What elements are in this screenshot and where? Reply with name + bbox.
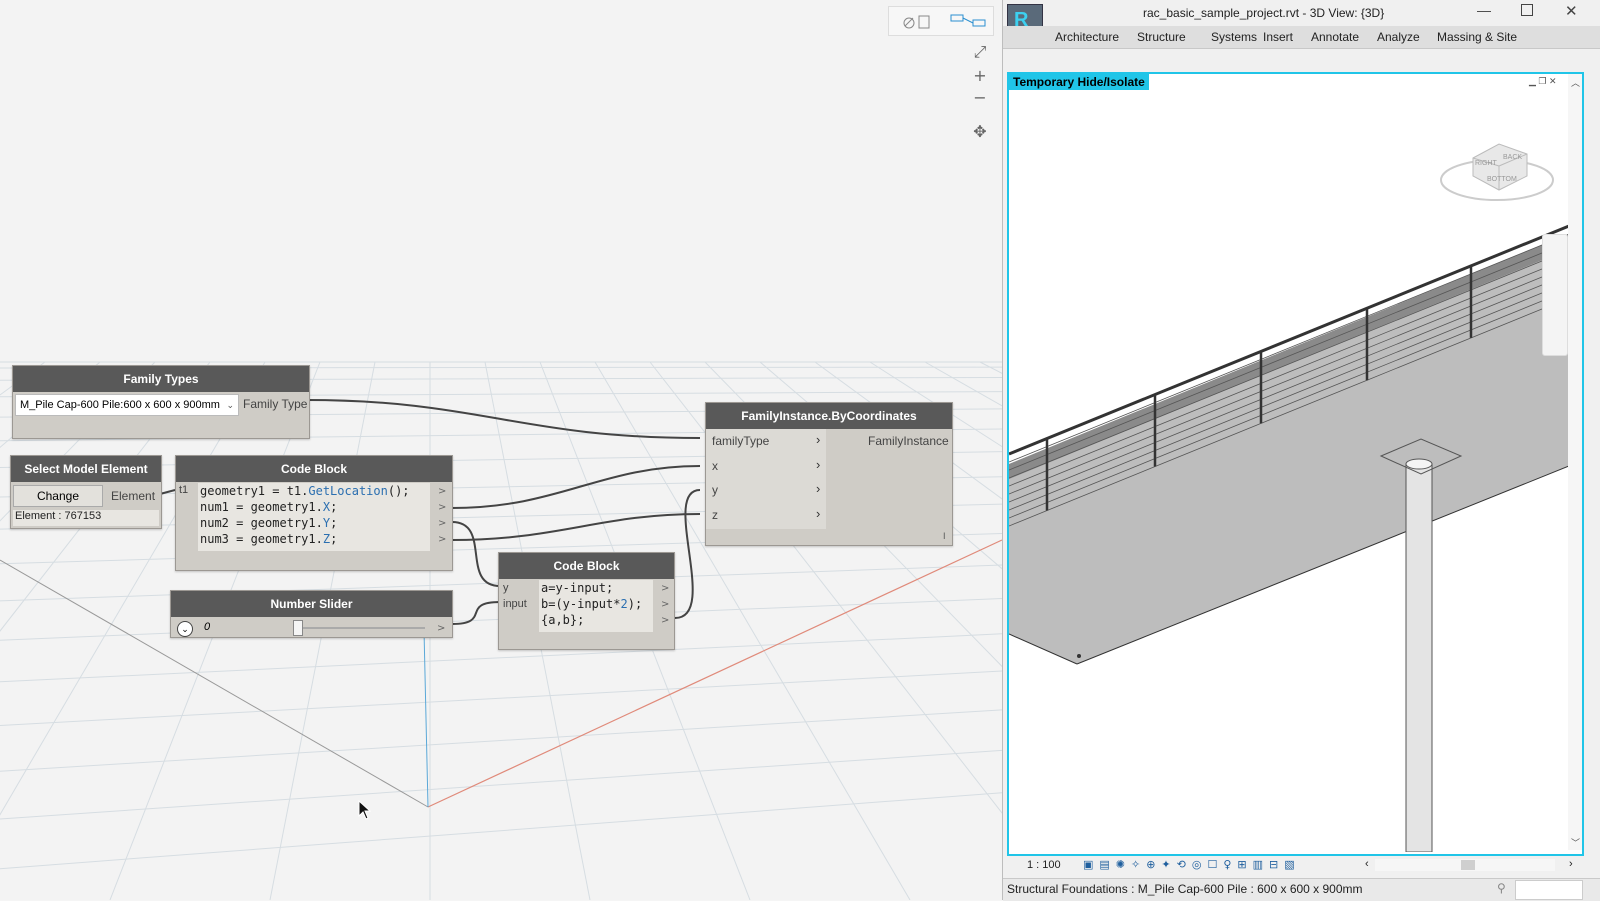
family-type-dropdown[interactable]: M_Pile Cap-600 Pile:600 x 600 x 900mm ⌄	[15, 394, 239, 416]
code-line: num1 = geometry1.X;	[200, 500, 338, 514]
close-icon[interactable]: ✕	[1565, 2, 1578, 20]
scroll-up-icon[interactable]: ︿	[1571, 76, 1580, 89]
input-port-z[interactable]: z	[712, 508, 718, 522]
chevron-right-icon: ›	[816, 457, 821, 472]
maximize-icon[interactable]	[1521, 4, 1533, 16]
chevron-right-icon: ›	[816, 506, 821, 521]
zoom-controls: ⤢ + − ✥	[968, 40, 994, 152]
status-bar: Structural Foundations : M_Pile Cap-600 …	[1003, 878, 1600, 901]
horizontal-scroll-right-icon[interactable]: ›	[1569, 858, 1573, 870]
status-dropdown[interactable]	[1515, 880, 1583, 900]
horizontal-scroll-left-icon[interactable]: ‹	[1365, 858, 1369, 870]
chevron-right-icon: ›	[816, 432, 821, 447]
family-instance-by-coordinates-node[interactable]: FamilyInstance.ByCoordinates familyType …	[705, 402, 953, 546]
filter-icon[interactable]: ⚲	[1497, 881, 1506, 895]
zoom-out-icon[interactable]: −	[968, 88, 992, 108]
node-title: Family Types	[13, 366, 309, 392]
dropdown-value: M_Pile Cap-600 Pile:600 x 600 x 900mm	[20, 399, 220, 411]
title-bar: R rac_basic_sample_project.rvt - 3D View…	[1003, 0, 1600, 44]
code-editor[interactable]: a=y-input; b=(y-input*2); {a,b};	[539, 580, 653, 632]
view-control-bar: 1 : 100 ▣▤✺✧⊕✦⟲◎☐♀⊞▥⊟▧ ‹ ›	[1003, 856, 1600, 876]
window-title: rac_basic_sample_project.rvt - 3D View: …	[1143, 6, 1385, 20]
minimize-icon[interactable]: —	[1477, 2, 1491, 18]
element-info: Element : 767153	[13, 510, 159, 526]
ribbon-panel	[1003, 49, 1600, 71]
output-arrow-1[interactable]: >	[661, 583, 669, 594]
code-line: {a,b};	[541, 613, 585, 627]
node-title: Number Slider	[171, 591, 452, 617]
output-arrow-2[interactable]: >	[438, 502, 446, 513]
input-port-y[interactable]: y	[712, 483, 718, 497]
tab-structure[interactable]: Structure	[1137, 30, 1186, 44]
mouse-cursor-icon	[358, 799, 372, 825]
chevron-right-icon: ›	[816, 481, 821, 496]
status-text: Structural Foundations : M_Pile Cap-600 …	[1007, 882, 1363, 896]
lacing-indicator[interactable]: I	[943, 531, 946, 541]
node-title: Select Model Element	[11, 456, 161, 482]
tab-insert[interactable]: Insert	[1263, 30, 1293, 44]
vertical-scrollbar[interactable]: ︿ ﹀	[1568, 74, 1582, 850]
node-title: Code Block	[499, 553, 674, 579]
graph-view-icon[interactable]	[949, 12, 989, 30]
select-model-element-node[interactable]: Select Model Element Change Element Elem…	[10, 455, 162, 529]
node-title: Code Block	[176, 456, 452, 482]
pan-icon[interactable]: ✥	[968, 122, 992, 142]
code-line: geometry1 = t1.GetLocation();	[200, 484, 410, 498]
ribbon-tabs: Architecture Structure Systems Insert Annota…	[1003, 26, 1600, 49]
zoom-in-icon[interactable]: +	[968, 66, 992, 86]
input-port-input[interactable]: input	[503, 598, 527, 610]
expand-slider-icon[interactable]: ⌄	[177, 621, 193, 637]
code-line: num2 = geometry1.Y;	[200, 516, 338, 530]
code-editor[interactable]: geometry1 = t1.GetLocation(); num1 = geom…	[198, 483, 430, 551]
change-button[interactable]: Change	[13, 485, 103, 507]
tab-systems[interactable]: Systems	[1211, 30, 1257, 44]
code-block-node-1[interactable]: Code Block t1 geometry1 = t1.GetLocation…	[175, 455, 453, 571]
revit-window: R rac_basic_sample_project.rvt - 3D View…	[1002, 0, 1600, 901]
dynamo-canvas[interactable]: ⤢ + − ✥ Family Types M_Pile Cap-600 Pile…	[0, 0, 1002, 900]
viewcube[interactable]: RIGHT BACK BOTTOM	[1439, 134, 1555, 206]
scroll-down-icon[interactable]: ﹀	[1571, 836, 1580, 849]
view-scale[interactable]: 1 : 100	[1027, 859, 1061, 871]
chevron-down-icon: ⌄	[226, 400, 234, 410]
output-arrow-4[interactable]: >	[438, 534, 446, 545]
code-line: b=(y-input*2);	[541, 597, 643, 611]
family-types-node[interactable]: Family Types M_Pile Cap-600 Pile:600 x 6…	[12, 365, 310, 439]
output-port-element[interactable]: Element	[111, 489, 155, 503]
output-arrow-1[interactable]: >	[438, 486, 446, 497]
background-preview-icon[interactable]	[899, 12, 939, 30]
tab-analyze[interactable]: Analyze	[1377, 30, 1420, 44]
tab-massing-site[interactable]: Massing & Site	[1437, 30, 1517, 44]
tab-architecture[interactable]: Architecture	[1055, 30, 1119, 44]
viewcube-face-bottom[interactable]: BOTTOM	[1487, 176, 1517, 183]
code-block-node-2[interactable]: Code Block y input a=y-input; b=(y-input*…	[498, 552, 675, 650]
output-arrow-3[interactable]: >	[438, 518, 446, 529]
input-port-x[interactable]: x	[712, 459, 718, 473]
input-port-family-type[interactable]: familyType	[712, 434, 769, 448]
horizontal-scroll-thumb[interactable]	[1461, 860, 1475, 870]
slider-value[interactable]: 0	[204, 621, 210, 633]
3d-view[interactable]: Temporary Hide/Isolate ▁ ❐ ✕ RIGHT BACK …	[1007, 72, 1584, 856]
output-arrow-3[interactable]: >	[661, 615, 669, 626]
code-line: a=y-input;	[541, 581, 614, 595]
code-line: num3 = geometry1.Z;	[200, 532, 338, 546]
tab-annotate[interactable]: Annotate	[1311, 30, 1359, 44]
output-arrow[interactable]: >	[437, 623, 445, 634]
fit-view-icon[interactable]: ⤢	[968, 42, 992, 62]
slider-track[interactable]	[293, 627, 425, 629]
input-port-t1[interactable]: t1	[179, 484, 188, 496]
node-title: FamilyInstance.ByCoordinates	[706, 403, 952, 429]
canvas-toolbar	[888, 6, 994, 36]
slider-thumb[interactable]	[293, 620, 303, 636]
output-port-family-instance[interactable]: FamilyInstance	[868, 434, 949, 448]
number-slider-node[interactable]: Number Slider ⌄ 0 >	[170, 590, 453, 638]
input-port-y[interactable]: y	[503, 582, 509, 594]
viewcube-face-right[interactable]: RIGHT	[1475, 160, 1497, 167]
output-port-family-type[interactable]: Family Type	[243, 397, 307, 411]
viewcube-face-back[interactable]: BACK	[1503, 154, 1522, 161]
view-control-icons[interactable]: ▣▤✺✧⊕✦⟲◎☐♀⊞▥⊟▧	[1083, 858, 1383, 872]
navigation-bar[interactable]	[1542, 234, 1568, 356]
output-arrow-2[interactable]: >	[661, 599, 669, 610]
